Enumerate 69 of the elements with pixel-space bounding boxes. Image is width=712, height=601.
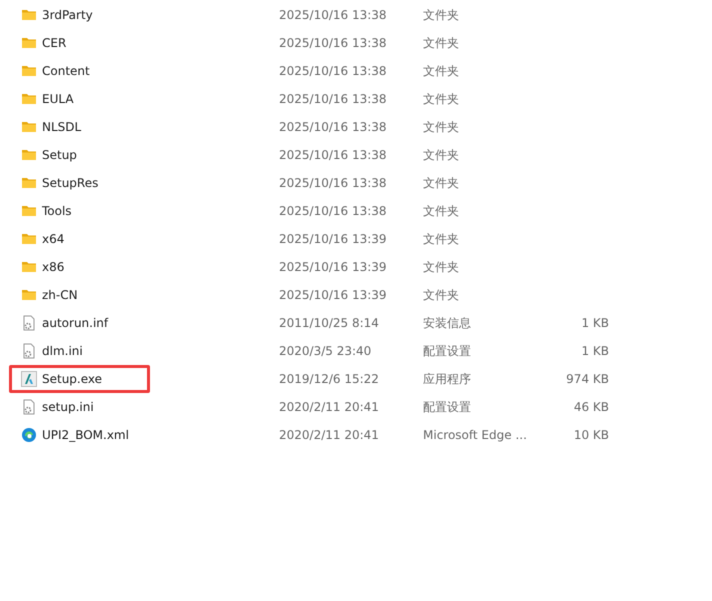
file-name[interactable]: 3rdParty <box>42 8 93 22</box>
modified-date: 2025/10/16 13:38 <box>279 64 388 78</box>
file-name[interactable]: SetupRes <box>42 176 98 190</box>
file-type: 配置设置 <box>423 398 472 416</box>
folder-icon <box>21 287 37 303</box>
file-name[interactable]: x64 <box>42 232 64 246</box>
modified-date: 2025/10/16 13:39 <box>279 232 388 246</box>
file-type: 文件夹 <box>423 90 460 108</box>
file-name[interactable]: Setup.exe <box>42 372 102 386</box>
modified-date: 2020/3/5 23:40 <box>279 344 372 358</box>
file-name[interactable]: CER <box>42 36 66 50</box>
folder-icon <box>21 91 37 107</box>
file-type: 安装信息 <box>423 314 472 332</box>
file-type: 文件夹 <box>423 286 460 304</box>
file-type: 文件夹 <box>423 6 460 24</box>
modified-date: 2025/10/16 13:38 <box>279 120 388 134</box>
file-type: 配置设置 <box>423 342 472 360</box>
file-type: 文件夹 <box>423 118 460 136</box>
modified-date: 2025/10/16 13:38 <box>279 36 388 50</box>
file-type: 文件夹 <box>423 202 460 220</box>
modified-date: 2020/2/11 20:41 <box>279 428 380 442</box>
modified-date: 2025/10/16 13:39 <box>279 288 388 302</box>
folder-icon <box>21 147 37 163</box>
file-name[interactable]: Tools <box>42 204 72 218</box>
modified-date: 2011/10/25 8:14 <box>279 316 380 330</box>
file-size: 1 KB <box>580 344 609 358</box>
browser-icon <box>21 427 37 443</box>
gear-document-icon <box>21 343 37 359</box>
file-type: 文件夹 <box>423 230 460 248</box>
folder-icon <box>21 63 37 79</box>
file-name[interactable]: x86 <box>42 260 64 274</box>
file-name[interactable]: UPI2_BOM.xml <box>42 428 129 442</box>
modified-date: 2025/10/16 13:38 <box>279 8 388 22</box>
modified-date: 2025/10/16 13:39 <box>279 260 388 274</box>
file-size: 10 KB <box>572 428 609 442</box>
modified-date: 2025/10/16 13:38 <box>279 92 388 106</box>
gear-document-icon <box>21 399 37 415</box>
file-type: 文件夹 <box>423 258 460 276</box>
folder-icon <box>21 231 37 247</box>
file-name[interactable]: EULA <box>42 92 74 106</box>
file-name[interactable]: Content <box>42 64 90 78</box>
modified-date: 2019/12/6 15:22 <box>279 372 380 386</box>
folder-icon <box>21 7 37 23</box>
file-name[interactable]: setup.ini <box>42 400 94 414</box>
modified-date: 2025/10/16 13:38 <box>279 148 388 162</box>
folder-icon <box>21 35 37 51</box>
file-type: 文件夹 <box>423 34 460 52</box>
file-type: 应用程序 <box>423 370 472 388</box>
folder-icon <box>21 175 37 191</box>
file-type: 文件夹 <box>423 146 460 164</box>
folder-icon <box>21 119 37 135</box>
gear-document-icon <box>21 315 37 331</box>
file-size: 1 KB <box>580 316 609 330</box>
folder-icon <box>21 203 37 219</box>
file-name[interactable]: dlm.ini <box>42 344 83 358</box>
modified-date: 2025/10/16 13:38 <box>279 204 388 218</box>
file-name[interactable]: NLSDL <box>42 120 82 134</box>
file-name[interactable]: zh-CN <box>42 288 78 302</box>
file-size: 46 KB <box>572 400 609 414</box>
file-name[interactable]: autorun.inf <box>42 316 108 330</box>
file-type: 文件夹 <box>423 62 460 80</box>
file-name[interactable]: Setup <box>42 148 77 162</box>
folder-icon <box>21 259 37 275</box>
app-icon <box>21 371 37 387</box>
modified-date: 2025/10/16 13:38 <box>279 176 388 190</box>
file-size: 974 KB <box>565 372 609 386</box>
file-type: Microsoft Edge ... <box>423 428 528 442</box>
file-type: 文件夹 <box>423 174 460 192</box>
modified-date: 2020/2/11 20:41 <box>279 400 380 414</box>
